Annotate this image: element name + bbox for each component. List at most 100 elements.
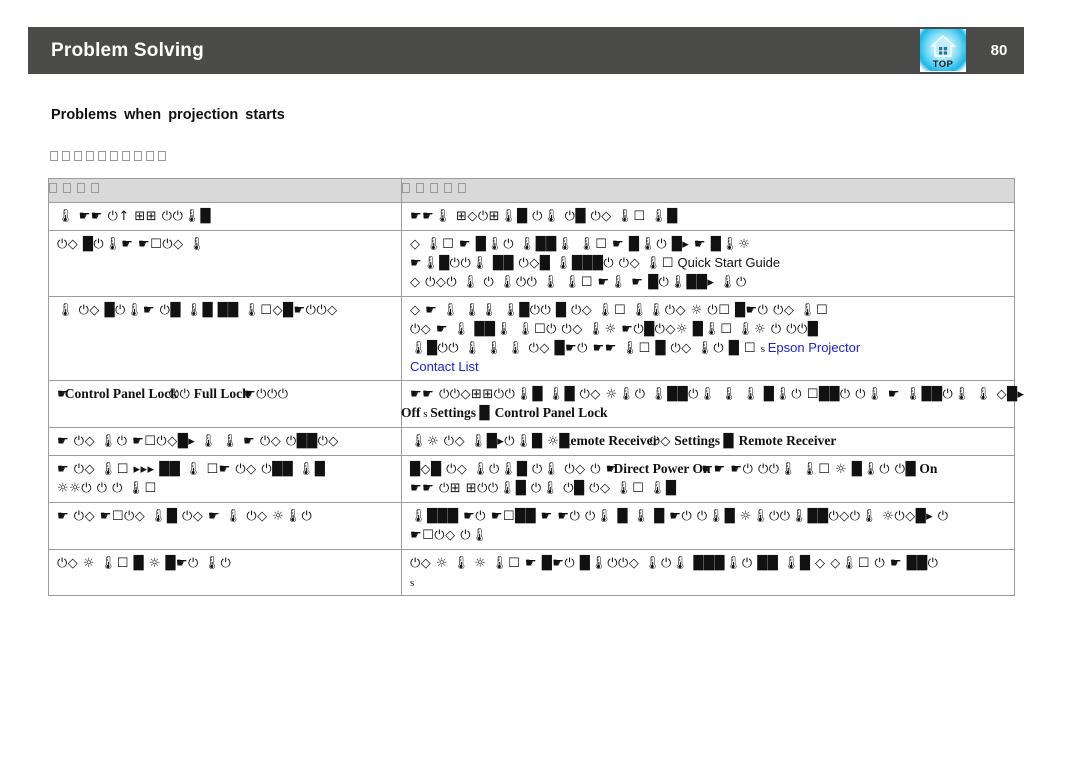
missing-glyph-box	[110, 151, 118, 161]
missing-glyph-box	[77, 183, 85, 193]
table-row: ⏻◇ ☼ 🌡☐ █ ☼ █☛⏻ 🌡⏻ ⏻◇ ☼ 🌡 ☼ 🌡☐ ☛ █☛⏻ █🌡⏻⏻…	[48, 549, 1015, 596]
table-cell-line: ◇ ⏻◇⏻ 🌡 ⏻ 🌡⏻⏻ 🌡 🌡☐ ☛🌡 ☛ █⏻🌡██▸ 🌡⏻	[410, 273, 1008, 292]
table-cell-content: ⏻◇ █⏻🌡☛ ☛☐⏻◇ 🌡	[49, 231, 401, 258]
table-cell: ⏻◇ ☼ 🌡☐ █ ☼ █☛⏻ 🌡⏻	[48, 549, 402, 596]
table-cell-content: ◇ 🌡☐ ☛ █🌡⏻ 🌡██🌡 🌡☐ ☛ █🌡⏻ █▸ ☛ █🌡☼ ☛🌡█⏻⏻🌡 …	[402, 231, 1014, 296]
symbol-glyph-run: ◇ 🌡☐ ☛ █🌡⏻ 🌡██🌡 🌡☐ ☛ █🌡⏻ █▸ ☛ █🌡☼	[410, 237, 751, 252]
table-cell-content: ☛ ⏻◇ 🌡⏻ ☛☐⏻◇█▸ 🌡 🌡 ☛ ⏻◇ ⏻██⏻◇	[49, 428, 401, 455]
table-cell: ☛☛🌡 ⊞◇⏻⊞🌡█ ⏻🌡 ⏻█ ⏻◇ 🌡☐ 🌡█	[401, 202, 1015, 231]
document-reference-link[interactable]: Contact List	[410, 359, 479, 374]
symbol-glyph-run: ☛☛	[701, 462, 726, 477]
table-cell-line: ☛☛ ⏻⏻◇⊞⊞⏻⏻🌡█ 🌡█ ⏻◇ ☼🌡⏻ 🌡██⏻🌡 🌡 🌡 █🌡⏻ ☐██…	[410, 385, 1024, 404]
table-cell-line: ☛🌡█⏻⏻🌡 ██ ⏻◇█ 🌡███⏻ ⏻◇ 🌡☐ Quick Start Gu…	[410, 254, 1008, 273]
menu-term-label: Remote Receiver	[560, 433, 659, 448]
menu-term-label: Control Panel Lock	[64, 386, 178, 401]
symbol-glyph-run: ☛⏻ ⏻⏻🌡 🌡☐ ☼ █🌡⏻ ⏻█	[725, 462, 916, 477]
symbol-glyph-run: ☛☛ ⏻⊞ ⊞⏻⏻🌡█ ⏻🌡 ⏻█ ⏻◇ 🌡☐ 🌡█	[410, 481, 677, 496]
table-cell-line: ☛ ⏻◇ ☛☐⏻◇ 🌡█ ⏻◇ ☛ 🌡 ⏻◇ ☼🌡⏻	[57, 507, 395, 526]
symbol-glyph-run: ☼☼⏻ ⏻ ⏻ 🌡☐	[57, 481, 157, 496]
missing-glyph-box	[134, 151, 142, 161]
symbol-glyph-run: ☛ ⏻◇ 🌡☐ ▸▸▸ ██ 🌡 ☐☛ ⏻◇ ⏻██ 🌡█	[57, 462, 326, 477]
document-reference-link[interactable]: Epson Projector	[768, 340, 861, 355]
symbol-glyph-run: ☛⏻⏻⏻	[244, 387, 289, 402]
table-cell-content: 🌡☼ ⏻◇ 🌡█▸⏻🌡█ ☼█Remote Receiver⏻◇ Setting…	[402, 428, 1014, 455]
overlapped-term: Off	[401, 404, 421, 422]
symbol-glyph-run: █◇█ ⏻◇ 🌡⏻🌡█ ⏻🌡 ⏻◇ ⏻ ☛	[410, 462, 623, 477]
table-cell-line: █◇█ ⏻◇ 🌡⏻🌡█ ⏻🌡 ⏻◇ ⏻ ☛ Direct Power On☛☛ …	[410, 460, 1008, 479]
table-cell-content: 🌡███ ☛⏻ ☛☐██ ☛ ☛⏻ ⏻🌡 █ 🌡 █ ☛⏻ ⏻🌡█ ☼🌡⏻⏻🌡█…	[402, 503, 1014, 549]
missing-glyph-box	[430, 183, 438, 193]
missing-glyph-box	[416, 183, 424, 193]
menu-term-label: Direct Power On	[613, 461, 711, 476]
missing-glyph-box	[444, 183, 452, 193]
menu-term-label: On	[915, 461, 938, 476]
inline-small-letter: s	[420, 408, 431, 420]
missing-glyph-box	[62, 151, 70, 161]
table-cell-line: Contact List	[410, 358, 1008, 376]
table-cell-line: ⏻◇ █⏻🌡☛ ☛☐⏻◇ 🌡	[57, 235, 395, 254]
column-header-remedy	[401, 178, 1015, 203]
table-cell: ◇ 🌡☐ ☛ █🌡⏻ 🌡██🌡 🌡☐ ☛ █🌡⏻ █▸ ☛ █🌡☼ ☛🌡█⏻⏻🌡 …	[401, 230, 1015, 297]
missing-glyph-box	[146, 151, 154, 161]
missing-glyph-box	[98, 151, 106, 161]
symbol-glyph-run: ☛☛ ⏻⏻◇⊞⊞⏻⏻🌡█ 🌡█ ⏻◇ ☼🌡⏻ 🌡██⏻🌡 🌡 🌡 █🌡⏻ ☐██…	[410, 387, 1025, 402]
symbol-glyph-run: 🌡 ⏻◇ █⏻🌡☛ ⏻█ 🌡█ ██ 🌡☐◇█☛⏻⏻◇	[57, 303, 338, 318]
table-cell-line: ☼☼⏻ ⏻ ⏻ 🌡☐	[57, 479, 395, 498]
table-cell: ☛ ⏻◇ ☛☐⏻◇ 🌡█ ⏻◇ ☛ 🌡 ⏻◇ ☼🌡⏻	[48, 502, 402, 550]
missing-glyph-box	[91, 183, 99, 193]
table-cell-content: ⏻◇ ☼ 🌡 ☼ 🌡☐ ☛ █☛⏻ █🌡⏻⏻◇ 🌡⏻🌡 ███🌡⏻ ██ 🌡█ …	[402, 550, 1014, 595]
table-cell-line: ☛ ⏻◇ 🌡⏻ ☛☐⏻◇█▸ 🌡 🌡 ☛ ⏻◇ ⏻██⏻◇	[57, 432, 395, 451]
table-cell: █◇█ ⏻◇ 🌡⏻🌡█ ⏻🌡 ⏻◇ ⏻ ☛ Direct Power On ☛☛ …	[401, 455, 1015, 503]
table-cell-content: ⏻◇ ☼ 🌡☐ █ ☼ █☛⏻ 🌡⏻	[49, 550, 401, 577]
table-cell-content: █◇█ ⏻◇ 🌡⏻🌡█ ⏻🌡 ⏻◇ ⏻ ☛ Direct Power On ☛☛ …	[402, 456, 1014, 502]
overlapped-term: Direct Power On	[614, 460, 711, 478]
table-cell-line: ⏻◇ ☼ 🌡☐ █ ☼ █☛⏻ 🌡⏻	[57, 554, 395, 573]
table-row: 🌡 ☛☛ ⏻↑ ⊞⊞ ⏻⏻🌡█ ☛☛🌡 ⊞◇⏻⊞🌡█ ⏻🌡 ⏻█ ⏻◇ 🌡☐ 🌡█	[48, 202, 1015, 231]
table-cell: 🌡☼ ⏻◇ 🌡█▸⏻🌡█ ☼█Remote Receiver⏻◇ Setting…	[401, 427, 1015, 456]
table-row: ☛ Control Panel Lock⏻⏻ Full Lock ☛⏻⏻⏻ ☛☛ …	[48, 380, 1024, 428]
table-cell: ☛ ⏻◇ 🌡☐ ▸▸▸ ██ 🌡 ☐☛ ⏻◇ ⏻██ 🌡█ ☼☼⏻ ⏻ ⏻ 🌡☐	[48, 455, 402, 503]
table-cell-content: ☛ Control Panel Lock⏻⏻ Full Lock ☛⏻⏻⏻	[49, 381, 401, 408]
symbol-glyph-run: 🌡☼ ⏻◇ 🌡█▸⏻🌡█ ☼█	[410, 434, 570, 449]
symbol-glyph-run: ⏻◇	[649, 434, 671, 449]
symbol-glyph-run: 🌡 ☛☛ ⏻↑ ⊞⊞ ⏻⏻🌡█	[57, 209, 211, 224]
missing-glyph-box	[158, 151, 166, 161]
table-cell-content: ◇ ☛ 🌡 🌡🌡 🌡█⏻⏻ █ ⏻◇ 🌡☐ 🌡🌡⏻◇ ☼ ⏻☐ █☛⏻ ⏻◇ 🌡…	[402, 297, 1014, 380]
column-header-check	[48, 178, 402, 203]
symbol-glyph-run: ☛ ⏻◇ ☛☐⏻◇ 🌡█ ⏻◇ ☛ 🌡 ⏻◇ ☼🌡⏻	[57, 509, 313, 524]
top-button-label: TOP	[932, 58, 954, 70]
table-cell-line: ☛☛ ⏻⊞ ⊞⏻⏻🌡█ ⏻🌡 ⏻█ ⏻◇ 🌡☐ 🌡█	[410, 479, 1008, 498]
symbol-glyph-run: ◇ ☛ 🌡 🌡🌡 🌡█⏻⏻ █ ⏻◇ 🌡☐ 🌡🌡⏻◇ ☼ ⏻☐ █☛⏻ ⏻◇ 🌡…	[410, 303, 829, 318]
table-row: ☛ ⏻◇ 🌡⏻ ☛☐⏻◇█▸ 🌡 🌡 ☛ ⏻◇ ⏻██⏻◇ 🌡☼ ⏻◇ 🌡█▸⏻…	[48, 427, 1015, 456]
symbol-glyph-run: 🌡███ ☛⏻ ☛☐██ ☛ ☛⏻ ⏻🌡 █ 🌡 █ ☛⏻ ⏻🌡█ ☼🌡⏻⏻🌡█…	[410, 509, 949, 524]
table-cell-content: ☛☛ ⏻⏻◇⊞⊞⏻⏻🌡█ 🌡█ ⏻◇ ☼🌡⏻ 🌡██⏻🌡 🌡 🌡 █🌡⏻ ☐██…	[401, 381, 1024, 427]
menu-term-label: Remote Receiver	[738, 433, 837, 448]
missing-glyph-box	[122, 151, 130, 161]
table-cell-line: 🌡███ ☛⏻ ☛☐██ ☛ ☛⏻ ⏻🌡 █ 🌡 █ ☛⏻ ⏻🌡█ ☼🌡⏻⏻🌡█…	[410, 507, 1008, 526]
table-cell-line: ☛ ⏻◇ 🌡☐ ▸▸▸ ██ 🌡 ☐☛ ⏻◇ ⏻██ 🌡█	[57, 460, 395, 479]
section-subtitle-missing-glyphs	[50, 150, 170, 162]
table-cell-content: ☛ ⏻◇ ☛☐⏻◇ 🌡█ ⏻◇ ☛ 🌡 ⏻◇ ☼🌡⏻	[49, 503, 401, 530]
page-header-bar: Problem Solving TOP 80	[28, 27, 1024, 74]
table-cell-content: ☛☛🌡 ⊞◇⏻⊞🌡█ ⏻🌡 ⏻█ ⏻◇ 🌡☐ 🌡█	[402, 203, 1014, 230]
missing-glyph-box	[74, 151, 82, 161]
top-button[interactable]: TOP	[920, 29, 966, 72]
table-row: ⏻◇ █⏻🌡☛ ☛☐⏻◇ 🌡 ◇ 🌡☐ ☛ █🌡⏻ 🌡██🌡 🌡☐ ☛ █🌡⏻ █…	[48, 230, 1015, 297]
page-number: 80	[990, 42, 1008, 59]
missing-glyph-box	[50, 151, 58, 161]
overlapped-term: Remote Receiver	[561, 432, 659, 450]
table-cell-line: ☛☐⏻◇ ⏻🌡	[410, 526, 1008, 545]
menu-term-label: Control Panel Lock	[494, 405, 608, 420]
symbol-glyph-run: ☛ ⏻◇ 🌡⏻ ☛☐⏻◇█▸ 🌡 🌡 ☛ ⏻◇ ⏻██⏻◇	[57, 434, 339, 449]
missing-glyph-box	[402, 183, 410, 193]
inline-small-letter: s	[410, 577, 415, 589]
table-header-row	[48, 178, 1015, 203]
menu-term-label: Settings	[430, 405, 480, 420]
table-cell: 🌡 ☛☛ ⏻↑ ⊞⊞ ⏻⏻🌡█	[48, 202, 402, 231]
table-cell-line: 🌡 ☛☛ ⏻↑ ⊞⊞ ⏻⏻🌡█	[57, 207, 395, 226]
table-cell: ☛☛ ⏻⏻◇⊞⊞⏻⏻🌡█ 🌡█ ⏻◇ ☼🌡⏻ 🌡██⏻🌡 🌡 🌡 █🌡⏻ ☐██…	[401, 380, 1024, 428]
symbol-glyph-run: ⏻◇ ☼ 🌡 ☼ 🌡☐ ☛ █☛⏻ █🌡⏻⏻◇ 🌡⏻🌡 ███🌡⏻ ██ 🌡█ …	[410, 556, 939, 571]
missing-glyph-box	[86, 151, 94, 161]
table-cell-line: ◇ ☛ 🌡 🌡🌡 🌡█⏻⏻ █ ⏻◇ 🌡☐ 🌡🌡⏻◇ ☼ ⏻☐ █☛⏻ ⏻◇ 🌡…	[410, 301, 1008, 320]
inline-small-letter: s	[760, 343, 768, 355]
